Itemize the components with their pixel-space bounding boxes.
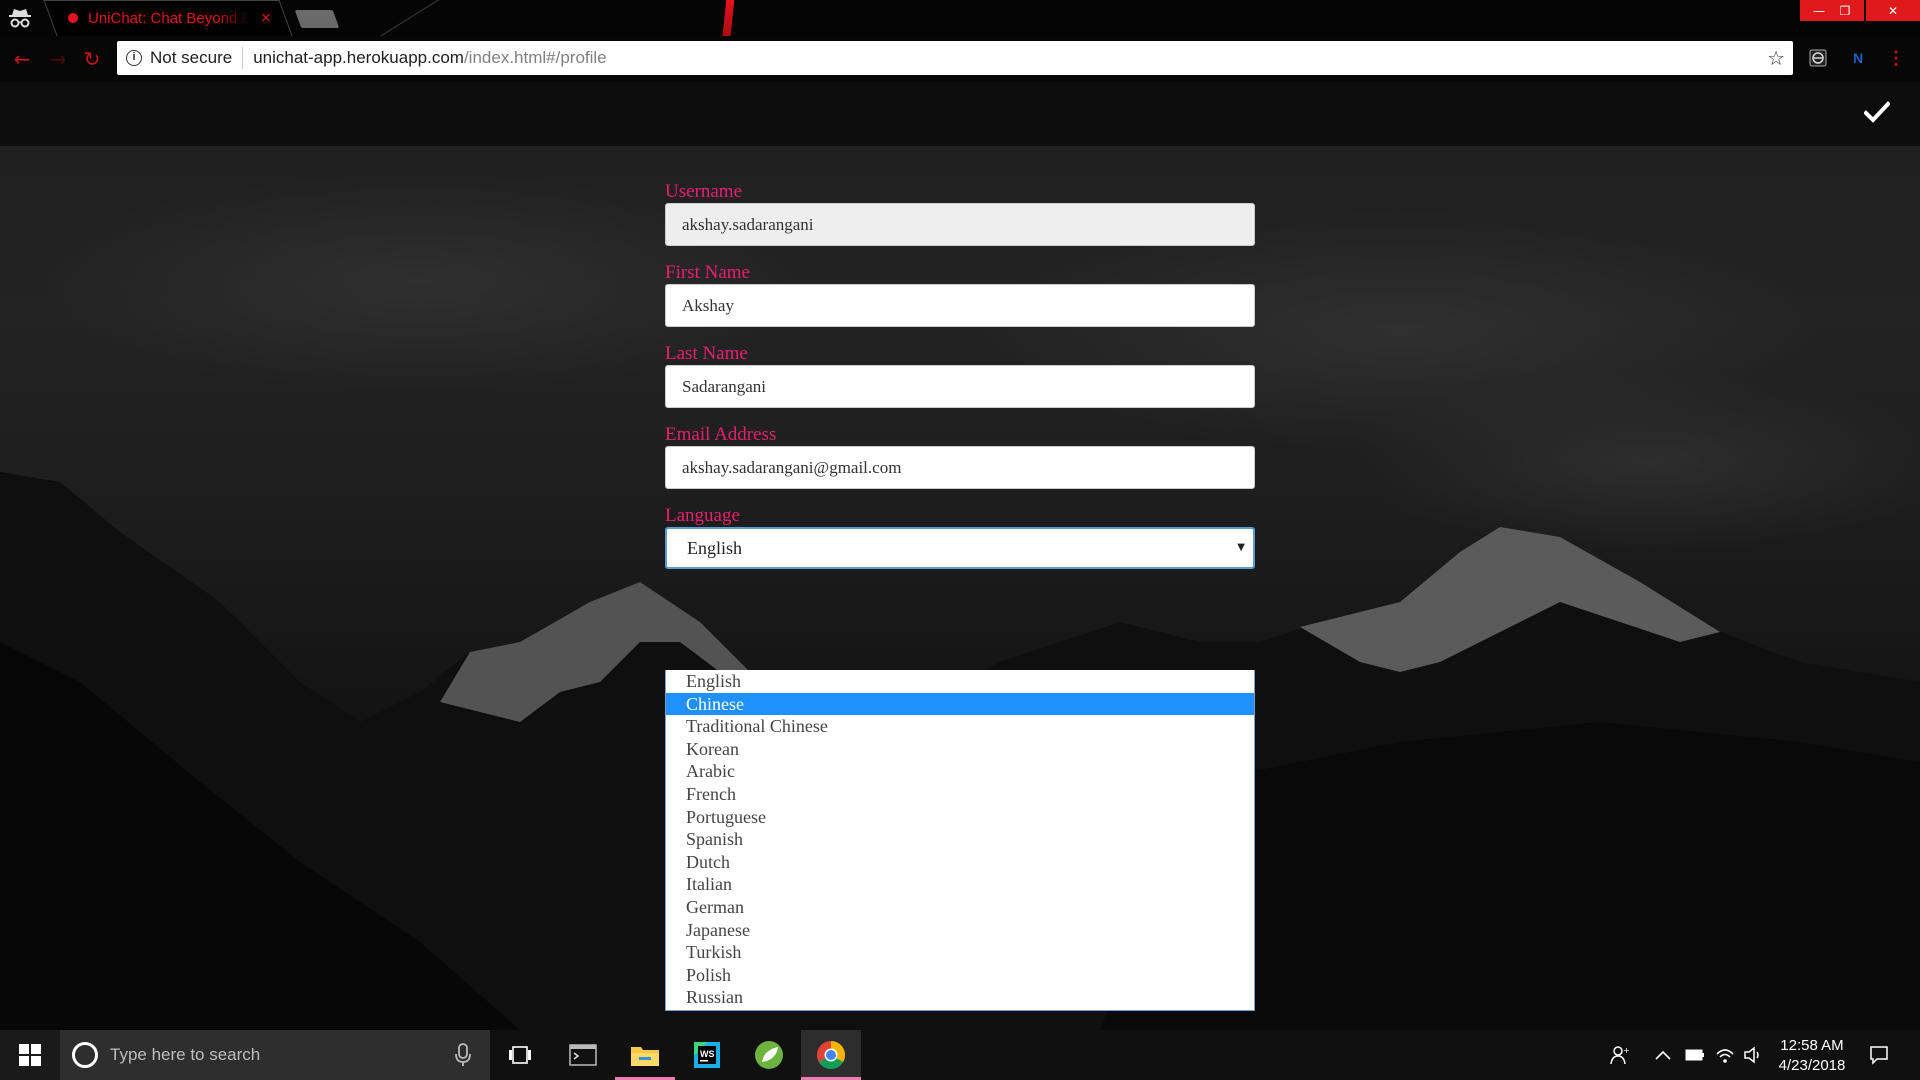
start-button[interactable]: [0, 1030, 60, 1080]
bookmark-star-icon[interactable]: ☆: [1767, 46, 1785, 70]
dropdown-arrow-icon[interactable]: ▼: [1237, 542, 1245, 553]
tab-close-icon[interactable]: ×: [260, 10, 272, 26]
incognito-icon: [9, 9, 31, 28]
taskbar-search[interactable]: Type here to search: [60, 1030, 490, 1080]
username-label: Username: [665, 181, 743, 202]
extension-n-icon[interactable]: N: [1848, 48, 1868, 68]
battery-icon[interactable]: [1684, 1044, 1706, 1066]
language-option[interactable]: Italian: [666, 873, 1254, 896]
page-content: Username First Name Last Name Email Addr…: [0, 82, 1920, 1030]
background-red-streak: [717, 0, 735, 36]
language-option[interactable]: French: [666, 783, 1254, 806]
new-tab-button[interactable]: [294, 10, 340, 28]
svg-text:WS: WS: [700, 1049, 715, 1059]
language-option[interactable]: Chinese: [666, 692, 1254, 716]
clock-date: 4/23/2018: [1778, 1057, 1846, 1074]
notification-center-icon[interactable]: [1868, 1044, 1890, 1066]
language-option[interactable]: Turkish: [666, 941, 1254, 964]
clock-time: 12:58 AM: [1780, 1037, 1844, 1054]
address-separator: [242, 47, 244, 69]
close-window-button[interactable]: ✕: [1866, 0, 1920, 21]
microphone-icon[interactable]: [454, 1043, 472, 1067]
language-option[interactable]: Portuguese: [666, 806, 1254, 829]
last-name-label: Last Name: [665, 343, 748, 364]
back-arrow-icon[interactable]: ←: [10, 47, 34, 71]
extension-block-icon[interactable]: [1808, 48, 1828, 68]
url-path[interactable]: /index.html#/profile: [464, 48, 607, 68]
username-field[interactable]: [665, 203, 1255, 246]
language-option[interactable]: Arabic: [666, 760, 1254, 783]
language-option[interactable]: Traditional Chinese: [666, 715, 1254, 738]
windows-taskbar: Type here to search WS + 12:58 AM 4/23/2…: [0, 1030, 1920, 1080]
language-option[interactable]: Korean: [666, 738, 1254, 761]
language-select[interactable]: English ▼: [665, 527, 1255, 569]
cortana-icon[interactable]: [72, 1042, 98, 1068]
people-icon[interactable]: +: [1608, 1044, 1630, 1066]
background-line: [379, 0, 457, 36]
webstorm-icon[interactable]: WS: [677, 1030, 737, 1080]
email-field[interactable]: [665, 446, 1255, 489]
address-bar[interactable]: i Not secure unichat-app.herokuapp.com/i…: [117, 41, 1793, 75]
url-host[interactable]: unichat-app.herokuapp.com: [253, 48, 464, 68]
language-option[interactable]: Japanese: [666, 919, 1254, 942]
tab-title: UniChat: Chat Beyond Bo: [88, 9, 250, 27]
email-label: Email Address: [665, 424, 777, 445]
language-option[interactable]: English: [666, 670, 1254, 693]
forward-arrow-icon[interactable]: →: [46, 47, 70, 71]
first-name-field[interactable]: [665, 284, 1255, 327]
last-name-field[interactable]: [665, 365, 1255, 408]
task-view-icon[interactable]: [490, 1030, 550, 1080]
page-header: [0, 82, 1920, 146]
svg-text:+: +: [1623, 1046, 1629, 1055]
wifi-icon[interactable]: [1714, 1044, 1736, 1066]
search-placeholder: Type here to search: [110, 1045, 261, 1064]
security-indicator[interactable]: Not secure: [150, 48, 232, 68]
favicon-icon: [68, 13, 78, 23]
chevron-up-icon[interactable]: [1652, 1044, 1674, 1066]
restore-button[interactable]: ❐: [1826, 0, 1864, 21]
language-dropdown-list: English Chinese Traditional Chinese Korean A…: [665, 670, 1255, 1011]
browser-tabstrip: UniChat: Chat Beyond Bo × — ❐ ✕: [0, 0, 1920, 36]
volume-icon[interactable]: [1742, 1044, 1764, 1066]
language-selected-value: English: [687, 537, 743, 558]
language-option[interactable]: Spanish: [666, 828, 1254, 851]
windows-logo-icon: [19, 1044, 41, 1066]
save-check-icon[interactable]: [1864, 100, 1890, 124]
reload-icon[interactable]: ↻: [80, 47, 104, 71]
menu-kebab-icon[interactable]: ⋮: [1886, 48, 1906, 68]
language-label: Language: [665, 505, 740, 526]
system-clock[interactable]: 12:58 AM 4/23/2018: [1762, 1036, 1862, 1076]
language-option[interactable]: Dutch: [666, 851, 1254, 874]
profile-form: Username First Name Last Name Email Addr…: [665, 181, 1255, 1011]
browser-tab-content[interactable]: UniChat: Chat Beyond Bo ×: [68, 8, 288, 28]
footer-copyright: © Akshay Sadarangani: [866, 986, 1054, 1007]
terminal-icon[interactable]: [553, 1030, 613, 1080]
file-explorer-icon[interactable]: [615, 1030, 675, 1080]
browser-toolbar: ← → ↻ i Not secure unichat-app.herokuapp…: [0, 36, 1920, 82]
chrome-icon[interactable]: [801, 1030, 861, 1080]
language-option[interactable]: German: [666, 896, 1254, 919]
info-icon[interactable]: i: [126, 50, 142, 66]
language-option[interactable]: Polish: [666, 964, 1254, 987]
first-name-label: First Name: [665, 262, 750, 283]
spring-icon[interactable]: [739, 1030, 799, 1080]
